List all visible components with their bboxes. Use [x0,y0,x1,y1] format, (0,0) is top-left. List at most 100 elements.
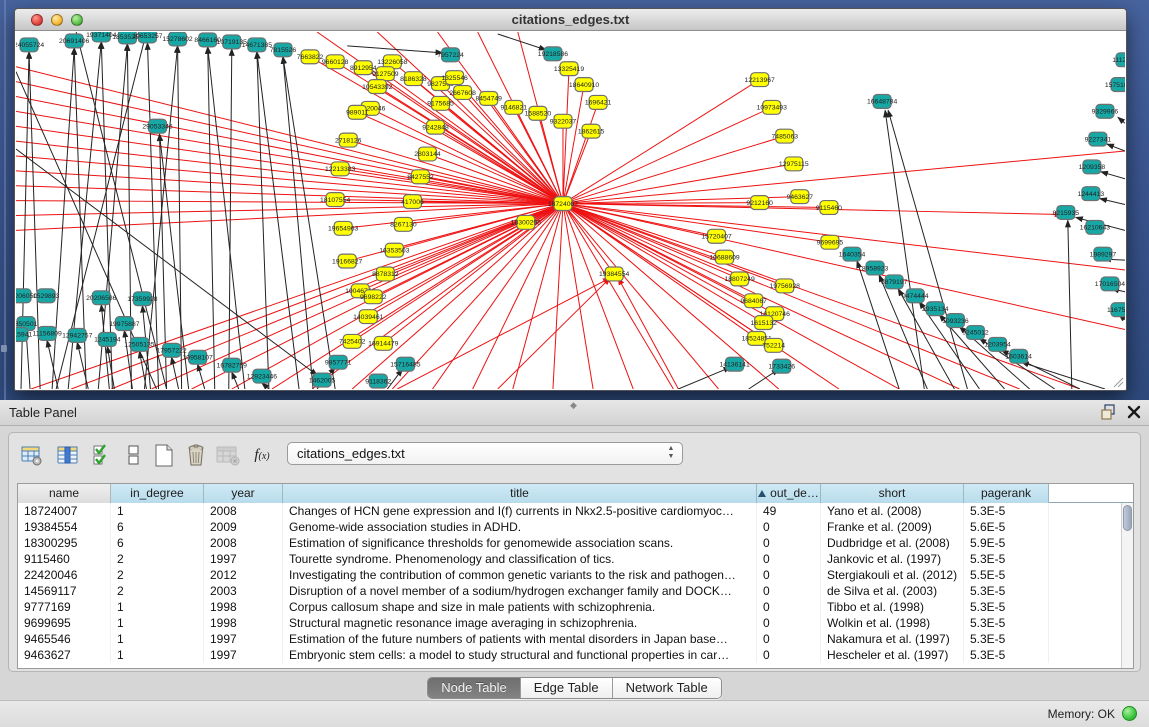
graph-node[interactable]: 2803144 [414,147,441,161]
table-row[interactable]: 969969511998Structural magnetic resonanc… [18,615,1133,631]
table-row[interactable]: 1938455462009Genome-wide association stu… [18,519,1133,535]
table-cell[interactable]: Nakamura et al. (1997) [821,631,964,647]
graph-node[interactable]: 9857771 [325,355,352,369]
graph-node[interactable]: 12505135 [124,337,155,351]
tab-edge-table[interactable]: Edge Table [521,678,613,698]
table-cell[interactable]: 1 [111,599,204,615]
column-header-title[interactable]: title [283,484,757,503]
table-scrollbar-thumb[interactable] [1123,505,1132,531]
table-cell[interactable]: 1997 [204,647,283,663]
table-cell[interactable]: 0 [757,535,821,551]
table-cell[interactable]: 5.6E-5 [964,519,1049,535]
table-cell[interactable]: 9699695 [18,615,111,631]
graph-node[interactable]: 9115460 [816,201,842,215]
tab-network-table[interactable]: Network Table [613,678,721,698]
graph-node[interactable]: 17016504 [1095,277,1125,291]
function-builder-icon[interactable]: f(x) [249,442,275,468]
graph-node[interactable]: 12975115 [779,157,809,171]
table-cell[interactable]: Tourette syndrome. Phenomenology and cla… [283,551,757,567]
table-cell[interactable]: 1998 [204,615,283,631]
table-cell[interactable]: Jankovic et al. (1997) [821,551,964,567]
network-canvas[interactable]: 2405572420691406193714041853525710653257… [16,32,1125,389]
table-cell[interactable]: 2008 [204,503,283,519]
table-cell[interactable]: Dudbridge et al. (2008) [821,535,964,551]
graph-node[interactable]: 12923446 [247,369,278,383]
window-resize-grip[interactable] [1112,376,1124,388]
table-cell[interactable]: Hescheler et al. (1997) [821,647,964,663]
graph-node[interactable]: 2718126 [335,133,362,147]
table-cell[interactable]: 14569117 [18,583,111,599]
graph-node[interactable]: 15278602 [162,32,193,46]
graph-node[interactable]: 13325419 [554,62,585,76]
table-cell[interactable]: 2 [111,567,204,583]
table-row[interactable]: 911546021997Tourette syndrome. Phenomeno… [18,551,1133,567]
table-cell[interactable]: 5.9E-5 [964,535,1049,551]
graph-node[interactable]: 1640354 [839,247,866,261]
graph-node[interactable]: 1588520 [525,106,552,120]
graph-node[interactable]: 19654963 [328,221,359,235]
table-cell[interactable]: 1997 [204,551,283,567]
graph-node[interactable]: 10653257 [132,32,163,43]
table-cell[interactable]: 0 [757,647,821,663]
table-cell[interactable]: 2009 [204,519,283,535]
panel-collapse-handle[interactable] [1,345,7,352]
table-settings-icon[interactable] [19,442,45,468]
table-cell[interactable]: 2012 [204,567,283,583]
close-panel-icon[interactable] [1127,405,1141,419]
table-cell[interactable]: 49 [757,503,821,519]
table-cell[interactable]: 2 [111,583,204,599]
table-cell[interactable]: Embryonic stem cells: a model to study s… [283,647,757,663]
graph-node[interactable]: 14136141 [719,357,750,371]
splitter-grip-icon[interactable]: ◆ [570,400,577,411]
select-all-columns-icon[interactable] [89,442,115,468]
table-cell[interactable]: 1 [111,503,204,519]
table-cell[interactable]: 0 [757,583,821,599]
graph-node[interactable]: 16914479 [368,336,399,350]
graph-node[interactable]: 7485063 [772,129,799,143]
table-cell[interactable]: 2 [111,551,204,567]
graph-node[interactable]: 24055724 [16,38,44,52]
table-cell[interactable]: 22420046 [18,567,111,583]
table-row[interactable]: 2242004622012Investigating the contribut… [18,567,1133,583]
table-cell[interactable]: 0 [757,519,821,535]
graph-node[interactable]: 417006 [401,195,424,209]
graph-node[interactable]: 9245012 [962,326,989,340]
table-selector-dropdown[interactable]: citations_edges.txt ▲▼ [287,442,683,465]
graph-node[interactable]: 6879197 [881,275,908,289]
column-header-pagerank[interactable]: pagerank [964,484,1049,503]
graph-node[interactable]: 1989297 [1090,247,1117,261]
graph-node[interactable]: 8454749 [475,92,502,106]
graph-node[interactable]: 15751074 [1105,78,1125,92]
column-header-out_de[interactable]: out_de… [757,484,821,503]
graph-node[interactable]: 9146821 [501,100,528,114]
table-row[interactable]: 977716911998Corpus callosum shape and si… [18,599,1133,615]
table-cell[interactable]: 0 [757,615,821,631]
table-cell[interactable]: 1 [111,615,204,631]
network-graph[interactable]: 2405572420691406193714041853525710653257… [16,32,1125,389]
graph-node[interactable]: 1733426 [769,359,796,373]
table-cell[interactable]: 5.3E-5 [964,583,1049,599]
graph-node[interactable]: 8958923 [862,261,889,275]
table-row[interactable]: 946554611997Estimation of the future num… [18,631,1133,647]
graph-node[interactable]: 10958107 [183,350,214,364]
graph-node[interactable]: 9660128 [322,55,349,69]
table-cell[interactable]: 18300295 [18,535,111,551]
table-cell[interactable]: 19384554 [18,519,111,535]
table-cell[interactable]: Estimation of the future numbers of pati… [283,631,757,647]
table-cell[interactable]: 6 [111,535,204,551]
table-cell[interactable]: 0 [757,599,821,615]
show-columns-icon[interactable] [55,442,81,468]
table-row[interactable]: 946362711997Embryonic stem cells: a mode… [18,647,1133,663]
tab-node-table[interactable]: Node Table [428,678,521,698]
table-cell[interactable]: Disruption of a novel member of a sodium… [283,583,757,599]
table-cell[interactable]: 1997 [204,631,283,647]
table-cell[interactable]: 5.3E-5 [964,647,1049,663]
graph-node[interactable]: 29053346 [142,119,173,133]
graph-node[interactable]: 19384554 [599,267,630,281]
column-header-name[interactable]: name [18,484,111,503]
graph-node[interactable]: 8267130 [390,217,417,231]
graph-node[interactable]: 20691406 [59,34,90,48]
graph-node[interactable]: 12213967 [745,73,776,87]
graph-node[interactable]: 1862615 [578,124,605,138]
graph-node[interactable]: 1112304 [1112,53,1125,67]
